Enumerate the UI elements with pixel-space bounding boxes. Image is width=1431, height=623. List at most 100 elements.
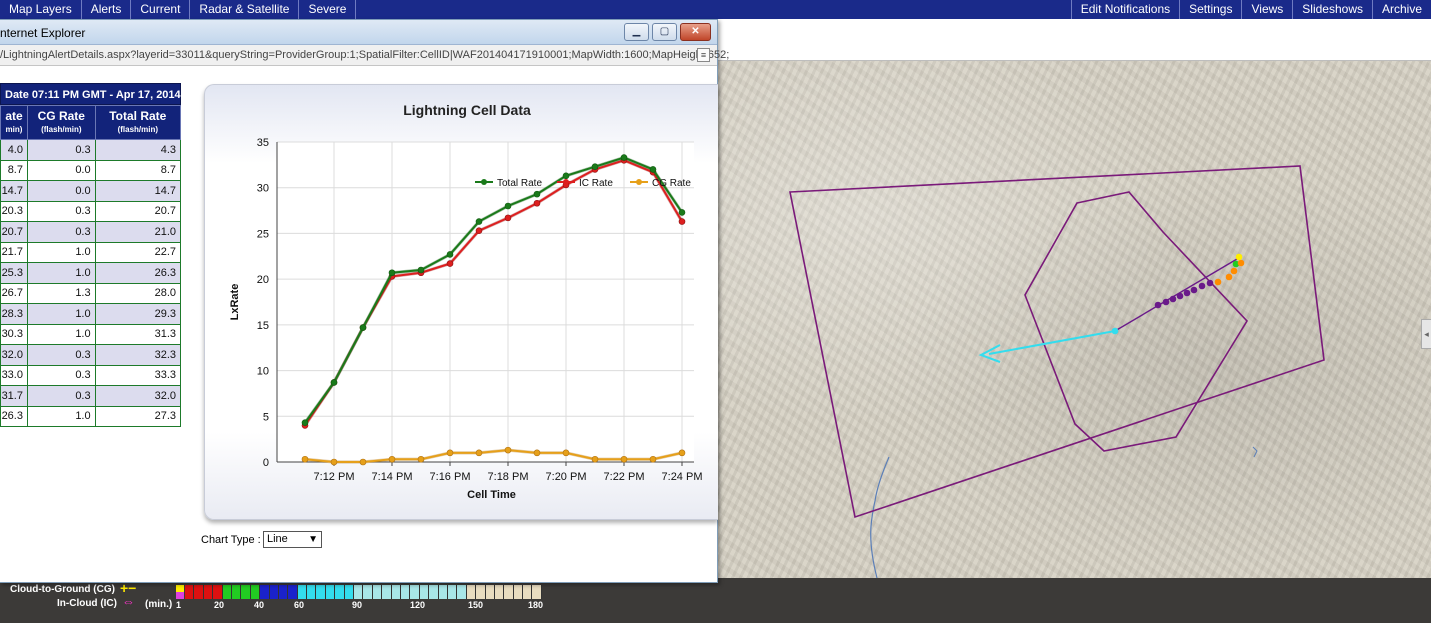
ic-rate-cell: 33.0 [0,364,28,386]
map-overlay[interactable] [717,19,1431,578]
menu-right-archive[interactable]: Archive [1371,0,1431,19]
age-swatch [382,585,392,599]
plot-area [277,142,694,462]
table-row: 28.3 1.0 29.3 [0,303,182,325]
chart-type-select[interactable]: Line ▼ [263,531,322,548]
map-view[interactable]: ◂ [717,19,1431,578]
lightning-details-window[interactable]: nternet Explorer ▁ ▢ ✕ /LightningAlertDe… [0,19,729,583]
data-point [562,172,570,180]
ic-rate-cell: 25.3 [0,262,28,284]
map-expand-tab[interactable]: ◂ [1421,319,1431,349]
data-point [620,455,628,463]
ic-rate-cell: 26.3 [0,405,28,427]
data-point [388,455,396,463]
menu-left-map-layers[interactable]: Map Layers [0,0,82,19]
legend-tick-label: 60 [294,600,305,610]
data-point [301,419,309,426]
menu-right: Edit Notifications Settings Views Slideshow… [1070,0,1431,19]
x-tick-label: 7:20 PM [546,471,587,483]
table-row: 31.7 0.3 32.0 [0,385,182,407]
track-dot [1111,327,1119,335]
cg-rate-cell: 1.0 [26,262,96,284]
legend-tick-label: 1 [176,600,182,610]
track-dot [1183,289,1191,297]
legend-tick-label: 180 [528,600,544,610]
x-tick-label: 7:24 PM [662,471,703,483]
cg-rate-cell: 0.3 [26,200,96,222]
legend-marker [636,179,642,185]
table-row: 8.7 0.0 8.7 [0,159,182,181]
data-point [678,218,686,225]
age-swatch [532,585,542,599]
legend-marker [481,179,487,185]
col-ic-rate-header: ate min) [0,105,28,140]
age-swatch [504,585,514,599]
track-dot [1198,282,1206,290]
total-rate-cell: 22.7 [94,241,182,263]
track-dot [1176,292,1184,300]
page-icon[interactable]: ≡ [697,48,710,62]
data-point [649,455,657,463]
table-row: 26.3 1.0 27.3 [0,405,182,427]
data-point [504,202,512,210]
data-point [591,163,599,170]
data-point [678,449,686,457]
cg-swatch [176,585,184,592]
table-row: 26.7 1.3 28.0 [0,282,182,304]
age-swatch [297,585,308,599]
col-cg-rate-header: CG Rate (flash/min) [26,105,96,140]
age-swatch [194,585,204,599]
y-tick-label: 0 [263,457,269,469]
lightning-data-table: Date 07:11 PM GMT - Apr 17, 2014 ate min… [0,83,182,427]
total-rate-cell: 28.0 [94,282,182,304]
menu-right-settings[interactable]: Settings [1179,0,1241,19]
age-color-scale [176,585,542,599]
data-point [533,190,541,198]
window-titlebar[interactable]: nternet Explorer ▁ ▢ ✕ [0,20,717,45]
age-swatch [523,585,533,599]
total-rate-cell: 32.3 [94,344,182,366]
legend-tick-label: 120 [410,600,426,610]
menu-left-radar-satellite[interactable]: Radar & Satellite [190,0,300,19]
data-point [475,449,483,457]
age-swatch [513,585,524,599]
data-point [533,199,541,207]
cg-rate-cell: 1.0 [26,303,96,325]
stream [1252,446,1258,458]
total-rate-cell: 29.3 [94,303,182,325]
legend-label: CG Rate [652,178,691,189]
ic-rate-cell: 20.3 [0,200,28,222]
maximize-button[interactable]: ▢ [652,23,677,41]
ic-rate-cell: 8.7 [0,159,28,181]
total-rate-cell: 8.7 [94,159,182,181]
age-swatch [494,585,505,599]
x-tick-label: 7:22 PM [604,471,645,483]
data-point [301,455,309,463]
data-point [359,324,367,331]
menu-left-current[interactable]: Current [131,0,191,19]
minutes-label: (min.) [145,599,173,610]
data-point [446,449,454,457]
menu-right-views[interactable]: Views [1241,0,1292,19]
age-swatch [335,585,345,599]
storm-cell-polygon[interactable] [1024,191,1249,452]
address-bar[interactable]: /LightningAlertDetails.aspx?layerid=3301… [0,45,729,66]
age-swatch [185,585,195,599]
x-axis-label: Cell Time [467,489,516,501]
data-point [475,218,483,225]
chart-type-label: Chart Type : [201,534,261,546]
y-tick-label: 25 [257,228,269,240]
window-title: nternet Explorer [0,26,86,40]
chart-title: Lightning Cell Data [403,102,531,118]
age-swatch [363,585,373,599]
close-button[interactable]: ✕ [680,23,711,41]
data-point [562,449,570,457]
menu-right-edit-notifications[interactable]: Edit Notifications [1070,0,1179,19]
age-swatch [391,585,401,599]
legend-marker [563,179,569,185]
minimize-button[interactable]: ▁ [624,23,649,41]
cg-rate-cell: 0.0 [26,180,96,202]
menu-right-slideshows[interactable]: Slideshows [1292,0,1372,19]
menu-left-severe[interactable]: Severe [299,0,357,19]
menu-left-alerts[interactable]: Alerts [82,0,132,19]
